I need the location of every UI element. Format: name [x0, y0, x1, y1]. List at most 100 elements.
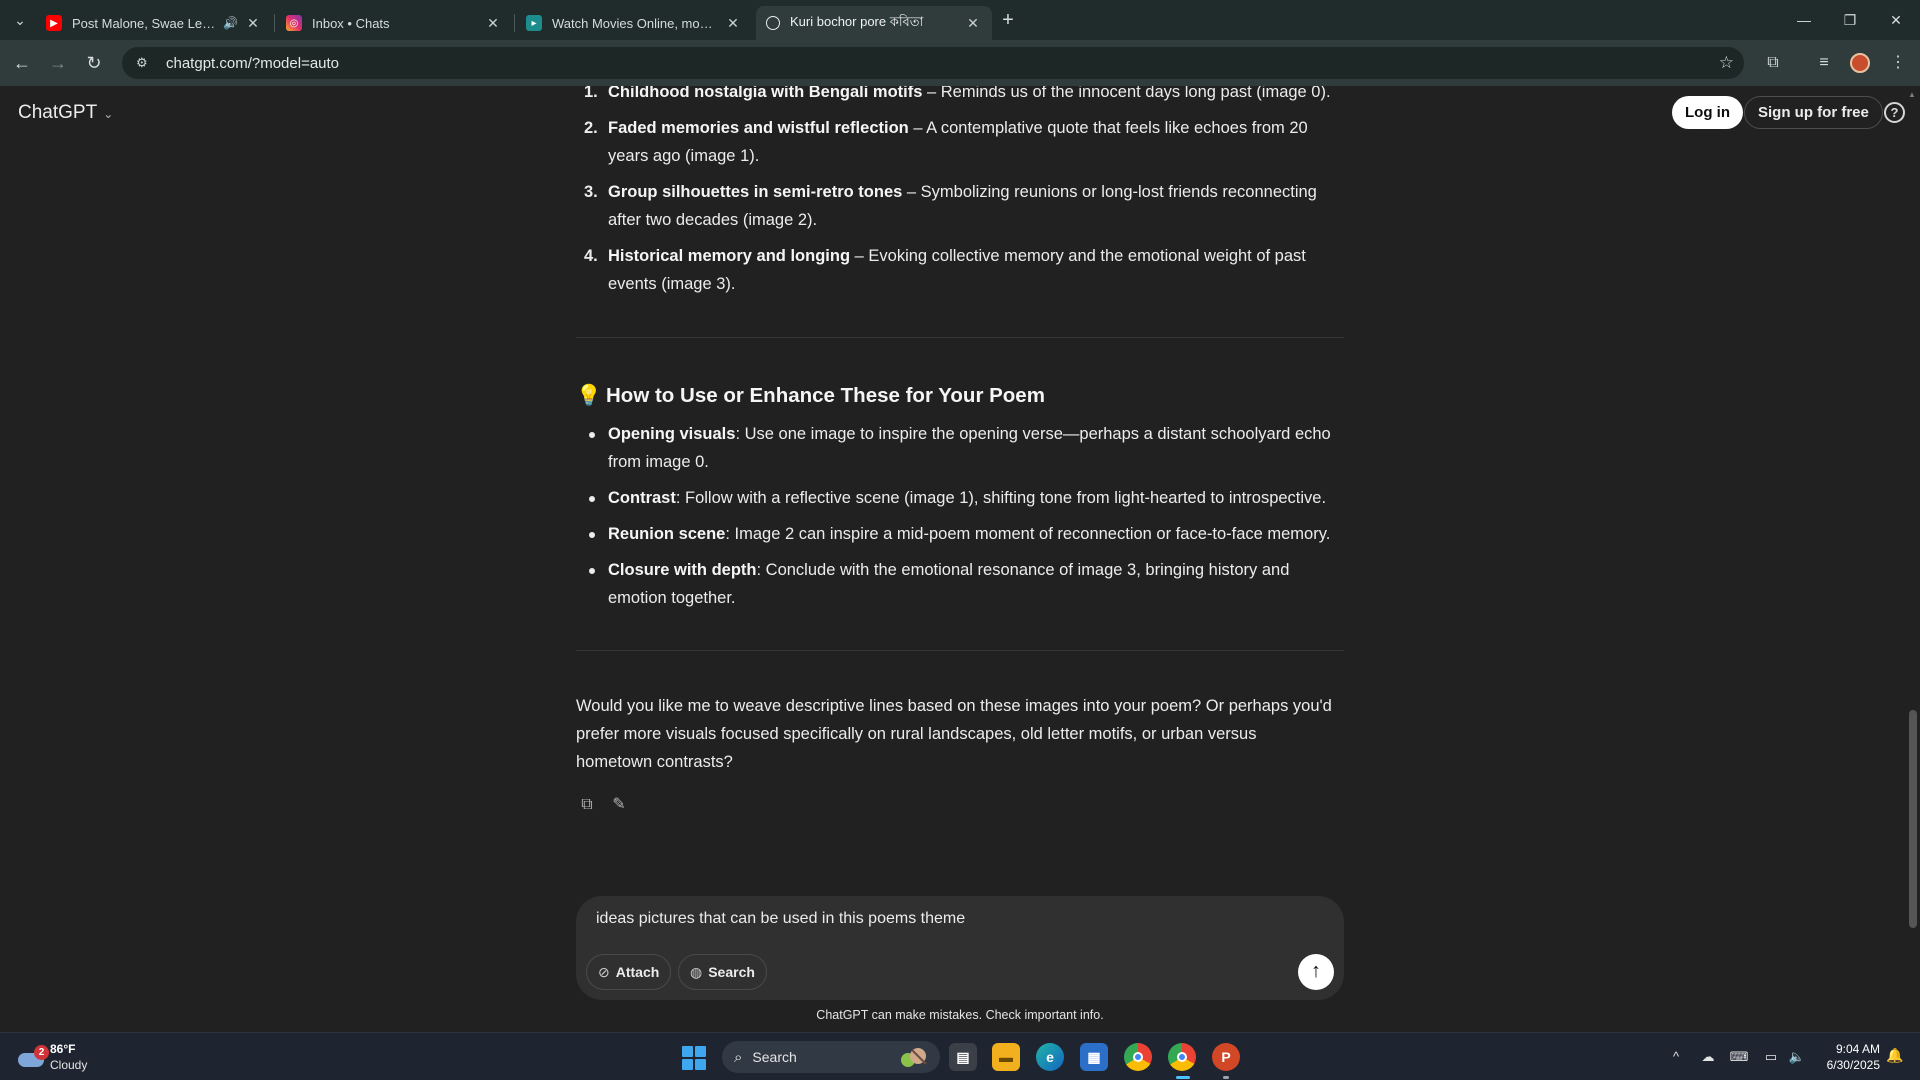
edge-icon[interactable]: e: [1036, 1043, 1064, 1071]
tab-youtube[interactable]: ▶ Post Malone, Swae Lee - Sunflower 🔊 ✕: [36, 6, 272, 40]
browser-tab-strip: ⌄ ▶ Post Malone, Swae Lee - Sunflower 🔊 …: [0, 0, 1920, 40]
speaker-icon[interactable]: 🔊: [223, 16, 238, 30]
minimize-icon[interactable]: —: [1781, 0, 1827, 40]
windows-start-icon[interactable]: [682, 1046, 706, 1070]
scroll-up-icon[interactable]: ▲: [1908, 90, 1916, 99]
taskbar-search-label: Search: [752, 1049, 797, 1065]
list-item: 2. Faded memories and wistful reflection…: [576, 114, 1344, 170]
restore-icon[interactable]: ❐: [1827, 0, 1873, 40]
tab-chatgpt[interactable]: Kuri bochor pore কবিতা ✕: [756, 6, 992, 40]
paperclip-icon: ⊘: [598, 964, 610, 980]
edit-icon[interactable]: ✎: [608, 794, 630, 816]
weather-badge: 2: [34, 1045, 49, 1060]
chrome-profile-icon[interactable]: [1168, 1043, 1196, 1071]
clock-date: 6/30/2025: [1826, 1058, 1880, 1072]
list-item: Reunion scene: Image 2 can inspire a mid…: [576, 520, 1344, 548]
chatgpt-icon: [766, 16, 780, 30]
signup-button[interactable]: Sign up for free: [1744, 96, 1883, 129]
system-clock[interactable]: 9:04 AM 6/30/2025: [1810, 1041, 1880, 1073]
youtube-icon: ▶: [46, 15, 62, 31]
volume-icon[interactable]: 🔈: [1787, 1047, 1807, 1067]
list-item-text: – Reminds us of the innocent days long p…: [922, 86, 1331, 101]
active-app-indicator: [1176, 1076, 1190, 1079]
notification-bell-icon[interactable]: 🔔: [1886, 1047, 1903, 1064]
tab-title: Watch Movies Online, movies stream: [552, 15, 718, 31]
back-icon[interactable]: ←: [8, 49, 36, 77]
copy-icon[interactable]: ⧉: [576, 794, 598, 816]
extensions-icon[interactable]: ⧉: [1762, 52, 1784, 74]
tab-movies[interactable]: ▸ Watch Movies Online, movies stream ✕: [516, 6, 752, 40]
list-number: 1.: [584, 86, 598, 101]
task-view-icon[interactable]: ▤: [949, 1043, 977, 1071]
section-heading: 💡 How to Use or Enhance These for Your Po…: [576, 382, 1045, 410]
composer[interactable]: ideas pictures that can be used in this …: [576, 896, 1344, 1000]
list-number: 3.: [584, 183, 598, 201]
close-tab-icon[interactable]: ✕: [244, 15, 262, 32]
weather-temperature[interactable]: 86°F: [50, 1042, 75, 1056]
attach-label: Attach: [615, 964, 660, 980]
closing-paragraph: Would you like me to weave descriptive l…: [576, 697, 1332, 771]
list-item: 4. Historical memory and longing – Evoki…: [576, 242, 1344, 298]
file-explorer-icon[interactable]: ▬: [992, 1043, 1020, 1071]
scrollbar-thumb[interactable]: [1909, 710, 1917, 928]
weather-icon[interactable]: 2: [18, 1045, 49, 1069]
new-tab-button[interactable]: +: [995, 8, 1021, 34]
media-control-icon[interactable]: ≡: [1813, 52, 1835, 74]
bullet-dot: [589, 496, 595, 502]
bullet-dot: [589, 432, 595, 438]
login-button[interactable]: Log in: [1672, 96, 1743, 129]
windows-taskbar: 2 86°F Cloudy ⌕ Search ▤ ▬ e ▦ P ^ ☁ ⌨ ▭…: [0, 1032, 1920, 1080]
list-item-text: : Image 2 can inspire a mid-poem moment …: [725, 525, 1331, 543]
weather-condition[interactable]: Cloudy: [50, 1058, 87, 1072]
tab-title: Kuri bochor pore কবিতা: [790, 13, 924, 29]
bullet-dot: [589, 532, 595, 538]
close-tab-icon[interactable]: ✕: [724, 15, 742, 32]
network-icon[interactable]: ▭: [1761, 1047, 1781, 1067]
site-settings-icon[interactable]: ⚙: [136, 55, 156, 71]
close-tab-icon[interactable]: ✕: [964, 15, 982, 32]
kebab-menu-icon[interactable]: ⋮: [1887, 52, 1909, 74]
taskbar-search[interactable]: ⌕ Search: [722, 1041, 940, 1073]
tab-title: Inbox • Chats: [312, 15, 390, 31]
bullet-dot: [589, 568, 595, 574]
bookmark-star-icon[interactable]: ☆: [1719, 53, 1734, 73]
send-button[interactable]: ↑: [1298, 954, 1334, 990]
list-item: Closure with depth: Conclude with the em…: [576, 556, 1344, 612]
profile-avatar[interactable]: [1850, 53, 1870, 73]
list-item-title: Childhood nostalgia with Bengali motifs: [608, 86, 923, 101]
store-icon[interactable]: ▦: [1080, 1043, 1108, 1071]
help-icon[interactable]: ?: [1884, 102, 1905, 123]
list-number: 4.: [584, 247, 598, 265]
powerpoint-icon[interactable]: P: [1212, 1043, 1240, 1071]
list-item: Contrast: Follow with a reflective scene…: [576, 484, 1344, 512]
globe-icon: ◍: [690, 964, 703, 980]
clock-time: 9:04 AM: [1835, 1042, 1880, 1056]
prompt-input[interactable]: ideas pictures that can be used in this …: [596, 910, 965, 928]
attach-button[interactable]: ⊘ Attach: [586, 954, 672, 990]
keyboard-icon[interactable]: ⌨: [1729, 1047, 1749, 1067]
close-tab-icon[interactable]: ✕: [484, 15, 502, 32]
chrome-icon[interactable]: [1124, 1043, 1152, 1071]
list-item: Opening visuals: Use one image to inspir…: [576, 420, 1344, 476]
tab-instagram[interactable]: ◎ Inbox • Chats ✕: [276, 6, 512, 40]
tab-divider: [514, 14, 515, 32]
chevron-up-icon[interactable]: ^: [1666, 1047, 1686, 1067]
window-close-icon[interactable]: ✕: [1873, 0, 1919, 40]
onedrive-icon[interactable]: ☁: [1698, 1047, 1718, 1067]
movie-site-icon: ▸: [526, 15, 542, 31]
search-label: Search: [708, 964, 755, 980]
address-bar[interactable]: ⚙ chatgpt.com/?model=auto ☆: [122, 47, 1744, 79]
browser-toolbar: ← → ↻ ⚙ chatgpt.com/?model=auto ☆ ⧉ ≡ ⋮: [0, 40, 1920, 86]
url-text[interactable]: chatgpt.com/?model=auto: [166, 55, 339, 72]
list-item-title: Reunion scene: [608, 525, 726, 543]
search-button[interactable]: ◍ Search: [678, 954, 767, 990]
divider: [576, 650, 1344, 651]
lightbulb-icon: 💡: [576, 384, 602, 407]
section-heading-text: How to Use or Enhance These for Your Poe…: [606, 384, 1045, 407]
tab-search-icon[interactable]: ⌄: [8, 8, 32, 32]
forward-icon[interactable]: →: [44, 49, 72, 77]
list-item-title: Closure with depth: [608, 561, 757, 579]
model-selector[interactable]: ChatGPT ⌄: [18, 102, 113, 124]
reload-icon[interactable]: ↻: [80, 49, 108, 77]
list-item-title: Faded memories and wistful reflection: [608, 119, 909, 137]
